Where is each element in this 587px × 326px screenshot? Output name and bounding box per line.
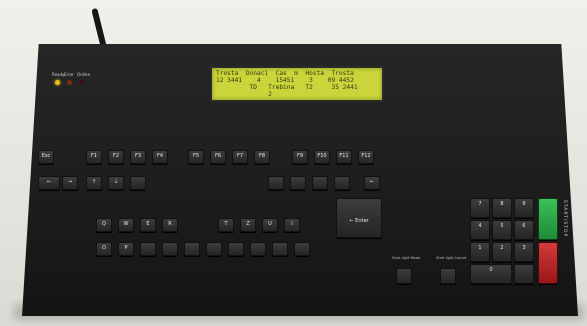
misc-key-2[interactable] — [268, 176, 284, 190]
stop-key[interactable] — [538, 242, 558, 284]
f4-key[interactable]: F4 — [152, 150, 168, 164]
arrow-right-key[interactable]: → — [62, 176, 78, 190]
key-r[interactable]: R — [162, 218, 178, 232]
f2-key[interactable]: F2 — [108, 150, 124, 164]
numpad-4[interactable]: 4 — [470, 220, 490, 240]
numpad-6[interactable]: 6 — [514, 220, 534, 240]
f12-key[interactable]: F12 — [358, 150, 374, 164]
lcd-line-4: 2 — [216, 91, 272, 98]
key-row2-4[interactable] — [162, 242, 178, 256]
arrow-left-key[interactable]: ← — [38, 176, 60, 190]
power-cable — [91, 7, 107, 49]
enter-key[interactable]: ← Enter — [336, 198, 382, 238]
f6-key[interactable]: F6 — [210, 150, 226, 164]
key-row2-5[interactable] — [184, 242, 200, 256]
misc-key-3[interactable] — [290, 176, 306, 190]
arrow-down-key[interactable]: ↓ — [108, 176, 124, 190]
cancel-key[interactable] — [440, 268, 456, 284]
numpad-2[interactable]: 2 — [492, 242, 512, 262]
misc-key-1[interactable] — [130, 176, 146, 190]
key-o[interactable]: O — [96, 242, 112, 256]
numpad-dot[interactable] — [514, 264, 534, 284]
key-u[interactable]: U — [262, 218, 278, 232]
numpad-0[interactable]: 0 — [470, 264, 512, 284]
key-i[interactable]: I — [284, 218, 300, 232]
key-row2-6[interactable] — [206, 242, 222, 256]
misc-key-4[interactable] — [312, 176, 328, 190]
cancel-label: Start light Cancel — [436, 256, 467, 260]
f5-key[interactable]: F5 — [188, 150, 204, 164]
ready-led — [55, 80, 60, 85]
f11-key[interactable]: F11 — [336, 150, 352, 164]
lcd-line-3: TD Trebina T2 35 2441 — [216, 84, 358, 91]
key-t[interactable]: T — [218, 218, 234, 232]
esc-key[interactable]: Esc — [38, 150, 54, 164]
key-row2-3[interactable] — [140, 242, 156, 256]
f3-key[interactable]: F3 — [130, 150, 146, 164]
status-label-ready: Ready — [52, 72, 65, 77]
numpad-3[interactable]: 3 — [514, 242, 534, 262]
numpad-9[interactable]: 9 — [514, 198, 534, 218]
lcd-line-2: 12 3441 4 15451 3 09 4452 — [216, 77, 354, 84]
online-led — [79, 80, 84, 85]
lcd-line-1: Trosta Donaci Cas m Hosta Trosta — [216, 70, 354, 77]
key-p[interactable]: P — [118, 242, 134, 256]
numpad-7[interactable]: 7 — [470, 198, 490, 218]
key-row2-10[interactable] — [294, 242, 310, 256]
start-key[interactable] — [538, 198, 558, 240]
f1-key[interactable]: F1 — [86, 150, 102, 164]
mode-key[interactable] — [396, 268, 412, 284]
numpad-1[interactable]: 1 — [470, 242, 490, 262]
status-label-online: Online — [77, 72, 90, 77]
arrow-up-key[interactable]: ↑ — [86, 176, 102, 190]
lcd-display: Trosta Donaci Cas m Hosta Trosta 12 3441… — [210, 66, 384, 102]
f7-key[interactable]: F7 — [232, 150, 248, 164]
key-e[interactable]: E — [140, 218, 156, 232]
key-w[interactable]: W — [118, 218, 134, 232]
key-row2-7[interactable] — [228, 242, 244, 256]
error-led — [67, 80, 72, 85]
numpad-8[interactable]: 8 — [492, 198, 512, 218]
f9-key[interactable]: F9 — [292, 150, 308, 164]
start-stop-label: START/STOP — [562, 200, 567, 238]
f8-key[interactable]: F8 — [254, 150, 270, 164]
misc-key-6[interactable]: ← — [364, 176, 380, 190]
misc-key-5[interactable] — [334, 176, 350, 190]
key-row2-9[interactable] — [272, 242, 288, 256]
numpad-5[interactable]: 5 — [492, 220, 512, 240]
f10-key[interactable]: F10 — [314, 150, 330, 164]
key-row2-8[interactable] — [250, 242, 266, 256]
status-label-error: Error — [64, 72, 74, 77]
key-q[interactable]: Q — [96, 218, 112, 232]
key-z[interactable]: Z — [240, 218, 256, 232]
mode-label: Start light Mode — [392, 256, 421, 260]
